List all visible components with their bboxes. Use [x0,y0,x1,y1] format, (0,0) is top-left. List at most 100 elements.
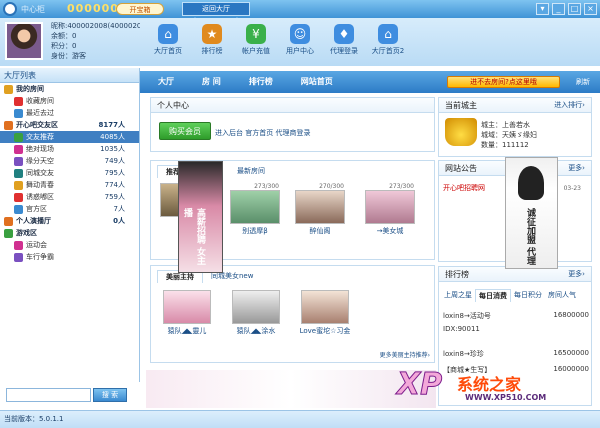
topnav-item[interactable]: ⌂ 大厅首页 [146,18,190,66]
room-icon [14,240,23,250]
ranking-name: loxin8→活动号 [443,312,491,320]
notice-item[interactable]: 开心吧招聘网 [443,183,485,193]
main-tab[interactable]: 房 间 [202,71,221,93]
tab-daily-spend[interactable]: 每日消费 [475,289,511,302]
sidebar-item-label: 我的房间 [16,85,44,93]
user-status: 身份：游客 [51,52,86,60]
window-controls: ▾ _ □ × [536,3,597,15]
main-tab[interactable]: 网站首页 [301,71,333,93]
maximize-icon[interactable]: □ [568,3,581,15]
return-hall-button[interactable]: 返回大厅(400002008) [182,2,250,25]
tab-room-popularity[interactable]: 房间人气 [545,289,579,302]
topnav-item[interactable]: ¥ 帐户充值 [234,18,278,66]
main-tab[interactable]: 排行榜 [249,71,273,93]
room-icon [14,108,23,118]
agent-icon: ♦ [334,24,354,44]
topnav-label: 排行榜 [201,47,223,55]
watermark-logo: XP 系统之家 WWW.XP510.COM [395,365,600,410]
host-line: 数量：111112 [481,141,529,149]
room-count: 273/300 [389,183,414,190]
room-card[interactable]: 273/300 别透摩β [225,183,285,236]
sidebar-item[interactable]: 收藏房间 [0,95,139,107]
ranking-value: 16800000 [553,311,589,319]
topnav-item[interactable]: ★ 排行榜 [190,18,234,66]
folder-icon [4,216,13,226]
sidebar-item[interactable]: 开心吧交友区 8177人 [0,119,139,131]
buy-membership-button[interactable]: 购买会员 [159,122,211,140]
room-name: →美女城 [376,227,404,235]
sidebar-item[interactable]: 诱惑嘟区 759人 [0,191,139,203]
help-banner[interactable]: 进不去房间?点这里哦 [447,76,560,88]
sidebar-item-count: 795人 [104,169,125,177]
ranking-row[interactable]: IDX:90011 [443,325,593,333]
folder-icon [4,120,13,130]
room-thumbnail [295,190,345,224]
ranking-row[interactable]: loxin8→活动号 16800000 [443,311,593,321]
room-name: 别透摩β [242,227,268,235]
sidebar-item[interactable]: 缘分天空 749人 [0,155,139,167]
recruit-ad[interactable]: 高薪招聘 女主播 [178,161,223,273]
sidebar-item-label: 舞动青春 [26,181,54,189]
center-links[interactable]: 进入后台 官方首页 代理商登录 [215,128,310,138]
sidebar-item[interactable]: 运动会 [0,239,139,251]
tab-weekly-star[interactable]: 上周之星 [441,289,475,302]
close-icon[interactable]: × [584,3,597,15]
ranking-row[interactable]: loxin8→珍珍 16500000 [443,349,593,359]
sidebar-item[interactable]: 同城交友 795人 [0,167,139,179]
topnav-label: 代理登录 [330,47,358,55]
sidebar-item[interactable]: 官方区 7人 [0,203,139,215]
topnav-label: 大厅首页 [154,47,182,55]
sidebar-item[interactable]: 个人演播厅 0人 [0,215,139,227]
sidebar-item-label: 个人演播厅 [16,217,51,225]
sidebar-item-count: 8177人 [98,121,125,129]
anchor-card[interactable]: 猿队◢◣涂水 [227,290,285,336]
refresh-link[interactable]: 刷新 [576,77,590,87]
topnav-item[interactable]: ⌂ 大厅首页2 [366,18,410,66]
sidebar-item[interactable]: 车行争霸 [0,251,139,263]
main-tab[interactable]: 大厅 [158,71,174,93]
host-title: 当前城主 [445,101,477,110]
search-button[interactable]: 搜 索 [93,388,127,402]
tab-daily-points[interactable]: 每日积分 [511,289,545,302]
sidebar-item[interactable]: 我的房间 [0,83,139,95]
ad-figure-icon [518,166,544,200]
avatar[interactable] [5,22,43,60]
minimize-icon[interactable]: _ [552,3,565,15]
promo-strip[interactable] [146,370,436,408]
host-more-link[interactable]: 进入排行› [554,98,585,113]
personal-center-panel: 个人中心 购买会员 进入后台 官方首页 代理商登录 [150,97,435,152]
room-name: 醉仙阁 [309,227,331,235]
search-input[interactable] [6,388,91,402]
folder-icon [4,228,13,238]
tab-newest-rooms[interactable]: 最新房间 [229,165,273,178]
room-count: 270/300 [319,183,344,190]
room-count: 273/300 [254,183,279,190]
room-card[interactable]: 273/300 →美女城 [360,183,420,236]
notice-more-link[interactable]: 更多› [568,161,585,176]
anchor-card[interactable]: Love蜜坨☆习金 [296,290,354,336]
sidebar-item[interactable]: 交友推荐 4085人 [0,131,139,143]
sidebar: 大厅列表 我的房间 收藏房间 最近去过 开心吧交友区 8177人 交友推荐 4085人 绝对现… [0,68,140,382]
sidebar-item[interactable]: 舞动青春 774人 [0,179,139,191]
room-thumbnail [365,190,415,224]
user-balance: 余额：0 [51,32,77,40]
sidebar-item-count: 0人 [113,217,125,225]
sidebar-item[interactable]: 绝对现场 1035人 [0,143,139,155]
agent-ad[interactable]: 诚征加盟 代理 [505,157,558,269]
menu-icon[interactable]: ▾ [536,3,549,15]
sidebar-item-label: 车行争霸 [26,253,54,261]
topnav-item[interactable]: ♦ 代理登录 [322,18,366,66]
ranking-more-link[interactable]: 更多› [568,267,585,282]
hall-tree: 我的房间收藏房间 最近去过 开心吧交友区 8177人 交友推荐 4085人 绝对现场 1035… [0,83,139,263]
room-icon [14,168,23,178]
more-hosts-link[interactable]: 更多美丽主持推荐› [380,350,430,359]
topnav-item[interactable]: ☺ 用户中心 [278,18,322,66]
sidebar-item-label: 官方区 [26,205,47,213]
sidebar-item[interactable]: 游戏区 [0,227,139,239]
open-treasure-button[interactable]: 开宝箱 [116,3,164,15]
ad-text: 高薪招聘 女主播 [182,208,205,266]
sidebar-item[interactable]: 最近去过 [0,107,139,119]
anchor-card[interactable]: 猿队◢◣靈儿 [158,290,216,336]
room-card[interactable]: 270/300 醉仙阁 [290,183,350,236]
sidebar-item-count: 774人 [104,181,125,189]
